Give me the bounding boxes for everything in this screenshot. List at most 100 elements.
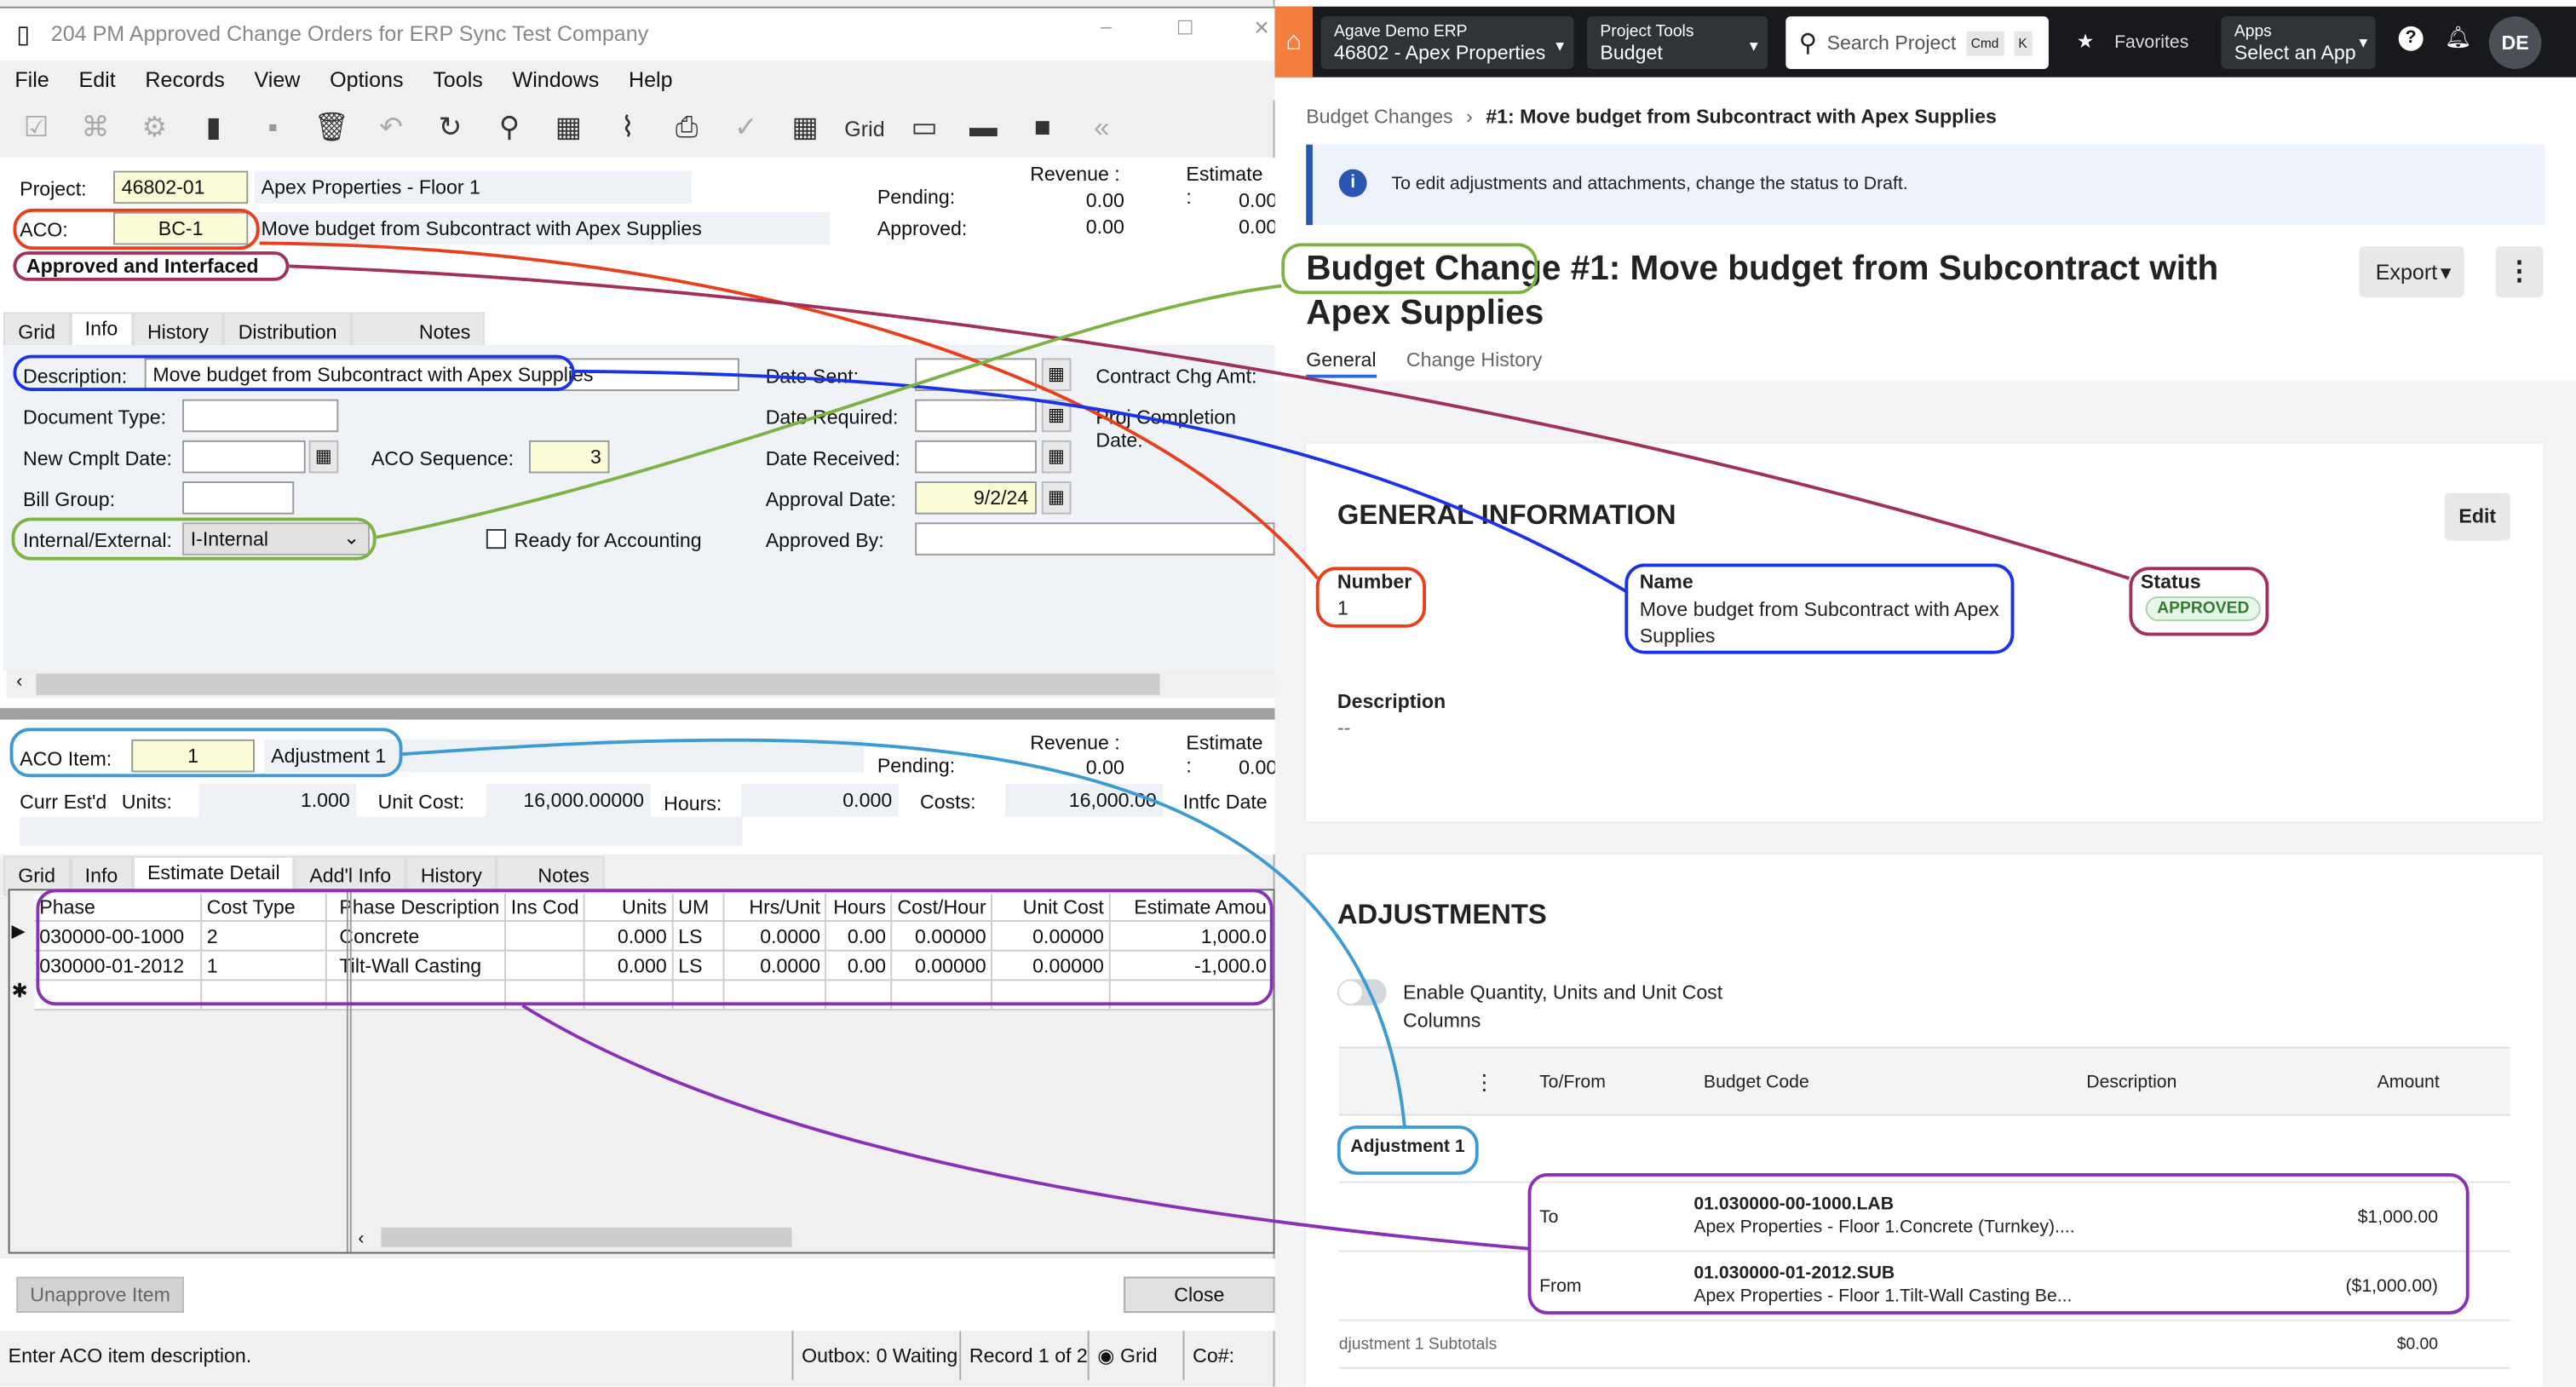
table-cell[interactable] (891, 980, 993, 1011)
table-row[interactable]: 030000-01-2012 1 Tilt-Wall Casting 0.000 LS 0… (34, 950, 1274, 981)
column-header[interactable]: Unit Cost (992, 894, 1111, 922)
scrollbar-thumb[interactable] (36, 673, 1160, 695)
table-cell[interactable]: 0.00 (825, 950, 893, 981)
table-cell[interactable]: 0.000 (584, 920, 674, 952)
close-button[interactable]: Close (1124, 1276, 1275, 1313)
delete-icon[interactable]: 🗑 (312, 112, 351, 145)
calendar-icon[interactable]: ▦ (308, 440, 339, 474)
frozen-divider[interactable] (346, 890, 352, 1252)
menu-edit[interactable]: Edit (64, 60, 130, 100)
column-header[interactable]: Hrs/Unit (724, 894, 827, 922)
column-menu-icon[interactable]: ⋮ (1474, 1069, 1495, 1096)
layout-2-icon[interactable]: ▬ (963, 112, 1003, 145)
column-budget-code[interactable]: Budget Code (1704, 1073, 1809, 1092)
close-window-button[interactable]: ✕ (1253, 16, 1269, 39)
calendar-icon[interactable]: ▦ (1041, 399, 1072, 433)
new-document-icon[interactable]: ▮ (194, 112, 233, 145)
menu-file[interactable]: File (0, 60, 64, 100)
new-cmplt-date-field[interactable] (182, 440, 306, 474)
calendar-icon[interactable]: ▦ (1041, 481, 1072, 515)
project-field[interactable]: 46802-01 (113, 170, 249, 204)
table-cell[interactable] (1109, 980, 1274, 1011)
menu-tools[interactable]: Tools (418, 60, 497, 100)
table-cell[interactable] (504, 980, 586, 1011)
undo-icon[interactable]: ↶ (371, 112, 411, 145)
table-cell[interactable]: LS (672, 950, 726, 981)
minimize-button[interactable]: – (1101, 14, 1112, 37)
calendar-icon[interactable]: ▦ (1041, 440, 1072, 474)
home-icon[interactable]: ⌂ (1274, 6, 1313, 78)
bill-group-field[interactable] (182, 481, 295, 515)
table-cell[interactable]: 0.00000 (891, 950, 993, 981)
layout-3-icon[interactable]: ■ (1023, 112, 1062, 145)
refresh-icon[interactable]: ↻ (430, 112, 469, 145)
table-cell[interactable]: 0.00 (825, 920, 893, 952)
table-row[interactable]: 030000-00-1000 2 Concrete 0.000 LS 0.0000 0.00… (34, 920, 1274, 952)
column-amount[interactable]: Amount (2378, 1073, 2440, 1092)
menu-help[interactable]: Help (614, 60, 687, 100)
table-cell[interactable] (825, 980, 893, 1011)
menu-windows[interactable]: Windows (497, 60, 613, 100)
enable-quantity-toggle[interactable] (1337, 979, 1387, 1006)
grid-scrollbar[interactable]: ‹ (358, 1226, 1271, 1249)
column-header[interactable]: Hours (825, 894, 893, 922)
binoculars-icon[interactable]: ⌘ (76, 112, 115, 145)
bell-icon[interactable]: 🔔︎ (2445, 25, 2472, 51)
apps-selector[interactable]: Apps Select an App ▾ (2221, 16, 2376, 69)
aco-field[interactable]: BC-1 (113, 211, 249, 245)
table-cell[interactable] (672, 980, 726, 1011)
search-input[interactable]: ⚲ Search Project Cmd K (1785, 16, 2049, 69)
description-field[interactable]: Move budget from Subcontract with Apex S… (144, 358, 739, 391)
search-icon[interactable]: ⚲ (490, 112, 529, 145)
settings-icon[interactable]: ⚙ (135, 112, 174, 145)
internal-external-select[interactable]: I-Internal ⌄ (182, 522, 370, 555)
column-header[interactable]: UM (672, 894, 726, 922)
print-icon[interactable]: ⎙ (667, 112, 706, 145)
table-cell[interactable]: -1,000.0 (1109, 950, 1274, 981)
table-cell[interactable]: Concrete (325, 920, 506, 952)
table-cell[interactable]: 0.00000 (891, 920, 993, 952)
spellcheck-icon[interactable]: ✓ (726, 112, 765, 145)
scrollbar-thumb[interactable] (381, 1227, 792, 1247)
menu-records[interactable]: Records (130, 60, 239, 100)
column-header[interactable]: Estimate Amou (1109, 894, 1274, 922)
table-cell[interactable] (504, 920, 586, 952)
horizontal-scrollbar[interactable]: ‹ (6, 670, 1275, 699)
table-cell[interactable]: 1 (201, 950, 326, 981)
table-cell[interactable]: Tilt-Wall Casting (325, 950, 506, 981)
table-cell[interactable] (504, 950, 586, 981)
approve-icon[interactable]: ☑ (16, 112, 55, 145)
tab-change-history[interactable]: Change History (1406, 348, 1543, 371)
table-cell[interactable] (325, 980, 506, 1011)
approved-by-field[interactable] (915, 522, 1275, 555)
more-options-icon[interactable]: ⋮ (2495, 246, 2544, 298)
table-cell[interactable]: 030000-01-2012 (34, 950, 203, 981)
aco-item-field[interactable]: 1 (131, 739, 255, 773)
table-cell[interactable] (201, 980, 326, 1011)
table-cell[interactable]: 030000-00-1000 (34, 920, 203, 952)
table-cell[interactable]: 0.000 (584, 950, 674, 981)
table-cell[interactable]: 1,000.0 (1109, 920, 1274, 952)
menu-view[interactable]: View (239, 60, 315, 100)
export-button[interactable]: Export ▾ (2359, 246, 2464, 298)
column-header[interactable]: Phase (34, 894, 203, 922)
table-cell[interactable] (584, 980, 674, 1011)
grid-label[interactable]: Grid (844, 116, 884, 141)
table-cell[interactable] (34, 980, 203, 1011)
grid-status[interactable]: ◉ Grid (1087, 1331, 1166, 1380)
table-row[interactable] (34, 980, 1274, 1011)
table-cell[interactable]: 0.00000 (992, 950, 1111, 981)
column-header[interactable]: Cost Type (201, 894, 326, 922)
calculator-icon[interactable]: ▦ (549, 112, 588, 145)
adjustment-row-from[interactable]: From 01.030000-01-2012.SUB Apex Properti… (1338, 1250, 2510, 1320)
date-required-field[interactable] (915, 399, 1037, 433)
grid-icon[interactable]: ▦ (785, 112, 825, 145)
tool-selector[interactable]: Project Tools Budget ▾ (1586, 16, 1768, 69)
edit-button[interactable]: Edit (2444, 492, 2510, 541)
attachment-icon[interactable]: ⌇ (608, 112, 647, 145)
table-cell[interactable]: 2 (201, 920, 326, 952)
tab-general[interactable]: General (1306, 348, 1377, 378)
table-cell[interactable] (724, 980, 827, 1011)
table-cell[interactable] (992, 980, 1111, 1011)
column-header[interactable]: Ins Cod (504, 894, 586, 922)
